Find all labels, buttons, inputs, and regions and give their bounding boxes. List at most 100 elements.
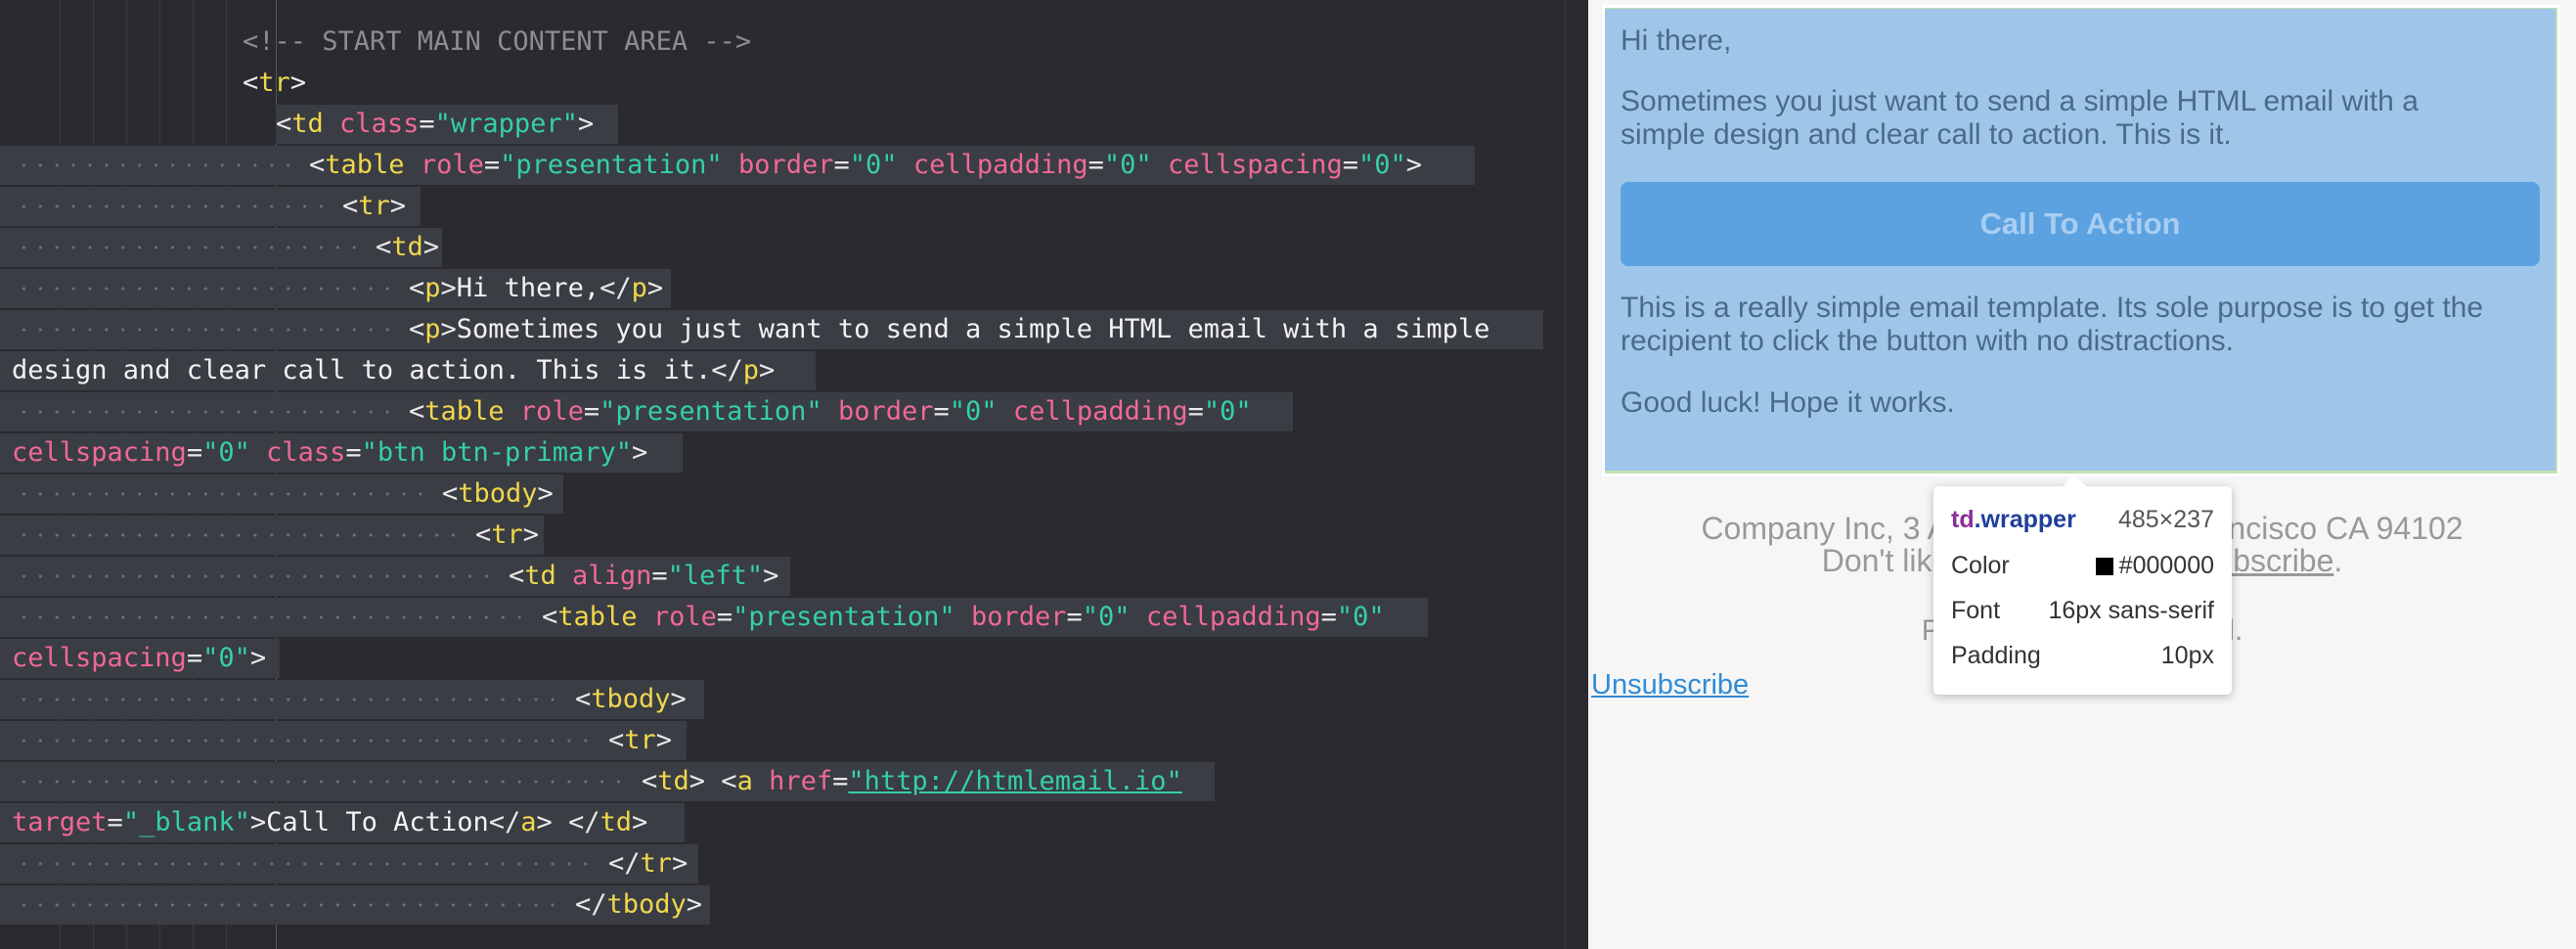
code-token: = [833,150,850,180]
code-line[interactable]: <p>Hi there,</p> [409,269,663,308]
code-token: > [655,725,673,755]
whitespace-dots [12,680,567,719]
code-token: a [736,766,753,796]
code-token: "0" [1082,602,1131,632]
code-line[interactable]: <tbody> [575,680,687,719]
body-paragraph-1: Sometimes you just want to send a simple… [1621,85,2419,151]
code-token: > [670,684,687,714]
code-token: a [520,807,537,837]
code-token: "0" [1336,602,1385,632]
body-paragraph-3: Good luck! Hope it works. [1621,386,1955,419]
code-token: < [509,561,525,591]
code-token: </ [711,355,743,385]
code-token: "0" [849,150,898,180]
code-token: < [309,150,326,180]
whitespace-dots [12,228,368,267]
code-token: < [409,396,425,427]
code-token: <!-- START MAIN CONTENT AREA --> [243,26,752,57]
code-line[interactable]: </tbody> [575,885,702,925]
code-line[interactable]: cellspacing="0"> [12,639,266,678]
code-line[interactable]: <tr> [243,64,306,103]
code-token: role [420,150,484,180]
whitespace-dots [12,187,334,226]
code-token: > [646,273,664,303]
code-editor[interactable]: <!-- START MAIN CONTENT AREA --> <tr> <td … [0,0,1588,949]
code-token: role [652,602,717,632]
code-line[interactable]: <table role="presentation" border="0" ce… [309,146,1422,185]
code-line[interactable]: cellspacing="0" class="btn btn-primary"> [12,433,647,473]
code-line[interactable]: <td> [376,228,439,267]
code-token: < [442,478,459,509]
code-token: > </ [536,807,600,837]
code-token: class [266,437,346,468]
code-token: p [631,273,647,303]
code-line[interactable]: <tbody> [442,474,554,514]
code-token: = [186,643,203,673]
code-token: td [657,766,689,796]
code-token: cellspacing [1167,150,1343,180]
code-token: < [409,314,425,344]
code-token: "left" [667,561,764,591]
code-line[interactable]: <tr> [475,516,539,555]
editor-ruler [1565,0,1566,949]
code-line[interactable]: <p>Sometimes you just want to send a sim… [409,310,1489,349]
code-line[interactable]: </tr> [608,844,688,883]
code-token: cellpadding [1012,396,1188,427]
code-token: table [325,150,405,180]
code-token: "wrapper" [434,109,578,139]
code-token: > [763,561,779,591]
code-token: p [742,355,760,385]
code-line[interactable]: target="_blank">Call To Action</a> </td> [12,803,647,842]
code-token: > [1405,150,1423,180]
code-token: = [1342,150,1359,180]
color-swatch-icon [2095,558,2113,575]
code-line[interactable]: <tr> [342,187,406,226]
code-token: </ [488,807,521,837]
tooltip-padding-label: Padding [1951,642,2041,669]
tooltip-header: td.wrapper 485×237 [1951,500,2214,539]
code-line[interactable]: design and clear call to action. This is… [12,351,775,390]
code-token: > [422,232,440,262]
code-token: href [769,766,833,796]
code-line[interactable]: <td align="left"> [509,557,778,596]
code-token: < [475,520,492,550]
tooltip-padding-row: Padding 10px [1951,636,2214,675]
whitespace-dots [12,310,401,349]
code-token: </ [608,848,641,879]
code-line[interactable]: <td class="wrapper"> [276,105,594,144]
code-token: < [376,232,392,262]
code-token: tbody [606,889,687,920]
code-token: < [276,109,292,139]
code-line[interactable]: <tr> [608,721,672,760]
code-token: p [424,314,441,344]
code-token: cellpadding [912,150,1088,180]
unsubscribe-link[interactable]: Unsubscribe [1591,669,1749,701]
call-to-action-button[interactable]: Call To Action [1621,182,2540,266]
code-token: > [686,889,703,920]
code-line[interactable]: <td> <a href="http://htmlemail.io" [642,762,1182,801]
whitespace-dots [12,598,534,637]
tooltip-color-label: Color [1951,552,2010,579]
code-token: = [1320,602,1337,632]
code-token: tr [491,520,523,550]
code-token: > [249,643,267,673]
code-token: tr [640,848,673,879]
code-token: </ [600,273,632,303]
code-token: = [1088,150,1104,180]
whitespace-dots [12,557,501,596]
code-token: = [345,437,362,468]
code-line[interactable]: <table role="presentation" border="0" ce… [542,598,1385,637]
code-line[interactable]: <!-- START MAIN CONTENT AREA --> [243,23,751,62]
code-token: tbody [591,684,671,714]
code-line[interactable]: <table role="presentation" border="0" ce… [409,392,1252,431]
code-token: < [542,602,558,632]
code-token: < [642,766,658,796]
code-token: > [632,807,648,837]
code-token: > [522,520,540,550]
code-token: "0" [202,643,250,673]
